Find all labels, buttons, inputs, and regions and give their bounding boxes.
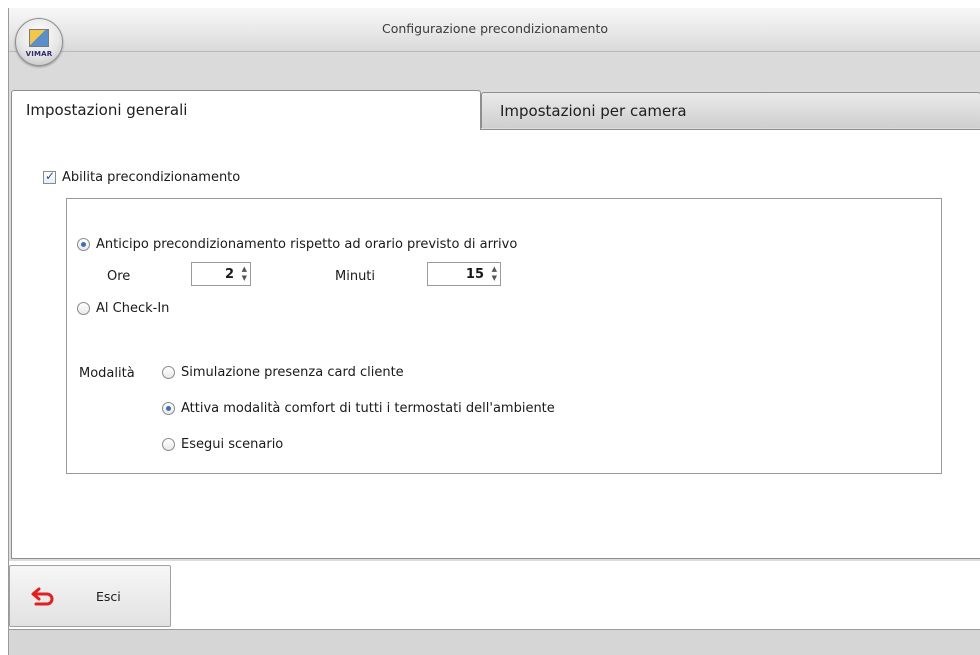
logo-mark-icon: [29, 29, 49, 47]
tab-general-settings[interactable]: Impostazioni generali: [11, 90, 481, 130]
radio-label: Al Check-In: [96, 301, 170, 316]
hours-value: 2: [224, 267, 234, 282]
title-bar: Configurazione precondizionamento: [9, 8, 980, 52]
radio-label: Simulazione presenza card cliente: [181, 365, 404, 380]
preconditioning-options-group: Anticipo precondizionamento rispetto ad …: [66, 198, 942, 474]
radio-label: Attiva modalità comfort di tutti i termo…: [181, 401, 555, 416]
checkbox-label: Abilita precondizionamento: [62, 170, 241, 185]
mode-label: Modalità: [79, 366, 135, 381]
radio-checkin[interactable]: Al Check-In: [77, 301, 169, 316]
footer-bar: Esci: [9, 561, 980, 655]
minutes-value: 15: [465, 267, 484, 282]
stepper-arrows-icon[interactable]: ▲ ▼: [242, 265, 247, 283]
tab-room-settings[interactable]: Impostazioni per camera: [481, 92, 980, 128]
app-window: Configurazione precondizionamento VIMAR …: [8, 8, 980, 655]
exit-button-label: Esci: [96, 589, 121, 604]
radio-button-icon[interactable]: [162, 366, 175, 379]
window-title: Configurazione precondizionamento: [381, 21, 609, 36]
app-logo[interactable]: VIMAR: [15, 18, 63, 66]
undo-arrow-icon: [31, 587, 54, 606]
tab-label: Impostazioni per camera: [500, 102, 687, 120]
exit-button[interactable]: Esci: [9, 565, 171, 627]
radio-mode-card-simulation[interactable]: Simulazione presenza card cliente: [162, 365, 404, 380]
checkbox-icon[interactable]: [43, 169, 56, 184]
radio-mode-comfort[interactable]: Attiva modalità comfort di tutti i termo…: [162, 401, 555, 416]
stepper-arrows-icon[interactable]: ▲ ▼: [492, 265, 497, 283]
tab-label: Impostazioni generali: [26, 101, 188, 119]
status-bar: [9, 630, 980, 655]
minutes-stepper[interactable]: 15 ▲ ▼: [427, 262, 501, 286]
radio-button-icon[interactable]: [162, 438, 175, 451]
hours-label: Ore: [107, 269, 131, 284]
radio-mode-scenario[interactable]: Esegui scenario: [162, 437, 283, 452]
radio-button-icon[interactable]: [77, 302, 90, 315]
ribbon-strip: [9, 52, 980, 90]
logo-text: VIMAR: [25, 50, 53, 58]
enable-preconditioning-checkbox[interactable]: Abilita precondizionamento: [43, 169, 241, 185]
tab-panel: Abilita precondizionamento Anticipo prec…: [11, 129, 980, 559]
radio-label: Esegui scenario: [181, 437, 284, 452]
radio-button-icon[interactable]: [77, 238, 90, 251]
radio-advance[interactable]: Anticipo precondizionamento rispetto ad …: [77, 237, 517, 252]
radio-label: Anticipo precondizionamento rispetto ad …: [96, 237, 518, 252]
minutes-label: Minuti: [335, 269, 376, 284]
radio-button-icon[interactable]: [162, 402, 175, 415]
hours-stepper[interactable]: 2 ▲ ▼: [191, 262, 251, 286]
